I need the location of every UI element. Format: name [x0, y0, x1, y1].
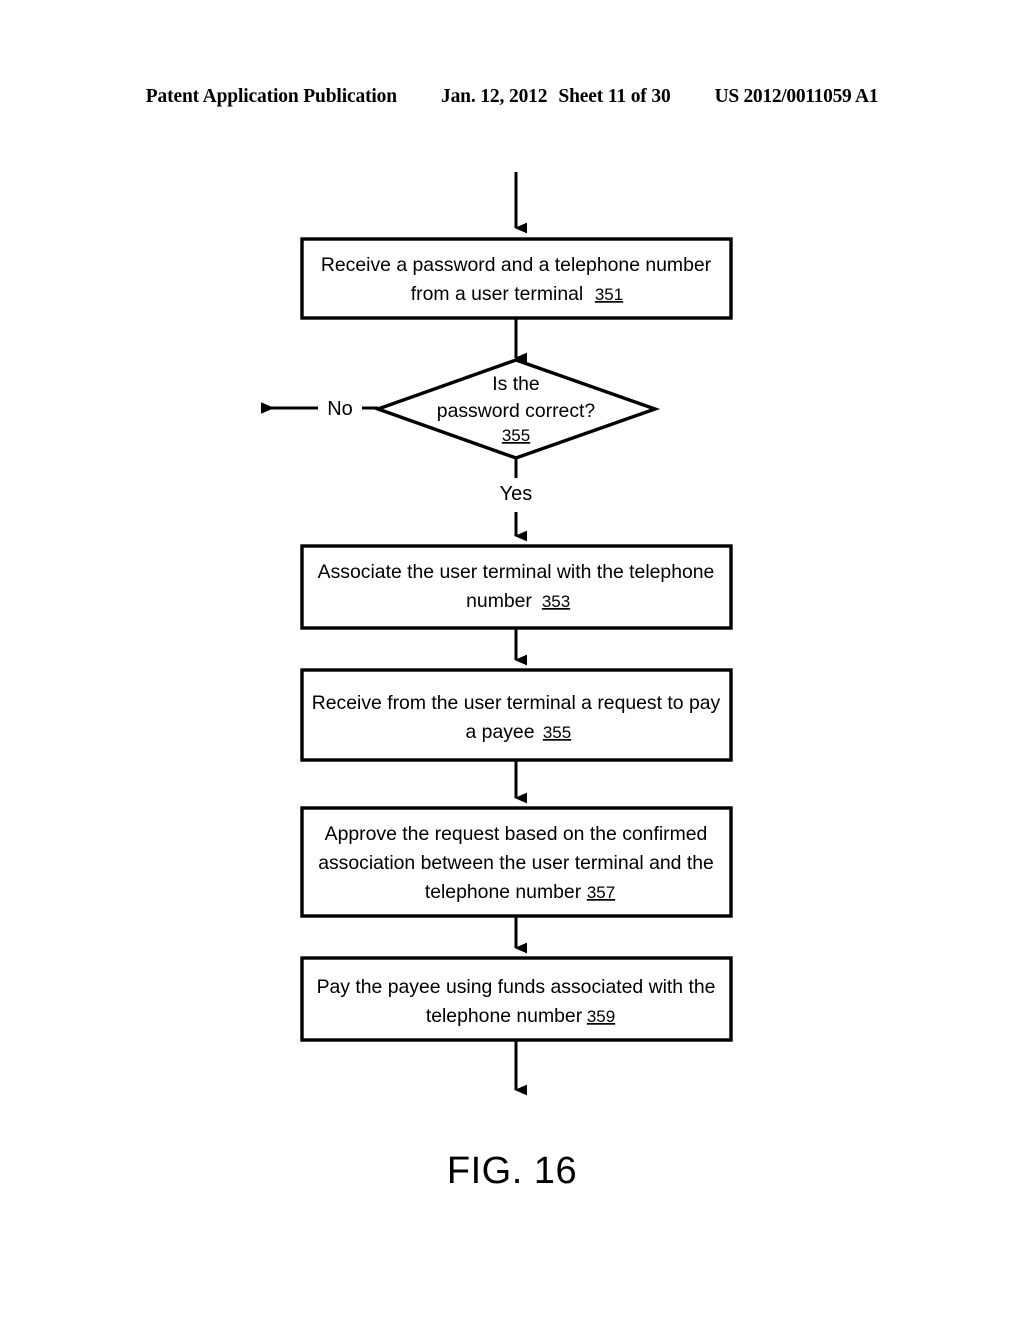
node-associate-terminal-line2: number — [466, 590, 532, 612]
node-receive-password-line2: from a user terminal — [411, 283, 583, 305]
node-receive-password-shape — [300, 237, 733, 320]
node-associate-terminal-line1: Associate the user terminal with the tel… — [318, 561, 715, 583]
node-receive-pay-request-ref: 355 — [543, 723, 571, 742]
node-approve-request-line1: Approve the request based on the confirm… — [325, 823, 708, 845]
node-receive-password-ref: 351 — [595, 285, 623, 304]
node-receive-password-line1: Receive a password and a telephone numbe… — [321, 254, 712, 276]
node-approve-request: Approve the request based on the confirm… — [300, 806, 733, 918]
node-pay-payee: Pay the payee using funds associated wit… — [300, 956, 733, 1042]
node-pay-payee-ref: 359 — [587, 1007, 615, 1026]
node-receive-pay-request-shape — [300, 668, 733, 762]
node-pay-payee-line2: telephone number — [426, 1005, 583, 1027]
node-password-correct-line1: Is the — [492, 373, 539, 395]
branch-no-label: No — [327, 398, 353, 420]
node-receive-pay-request-line2: a payee — [465, 721, 534, 743]
node-pay-payee-shape — [300, 956, 733, 1042]
node-associate-terminal-ref: 353 — [542, 592, 570, 611]
node-receive-pay-request: Receive from the user terminal a request… — [300, 668, 733, 762]
node-password-correct-line2: password correct? — [437, 400, 596, 422]
node-password-correct-ref: 355 — [502, 426, 530, 445]
branch-yes: Yes — [500, 458, 533, 542]
node-password-correct-decision: Is the password correct? 355 — [372, 358, 661, 460]
branch-no: No — [261, 398, 378, 420]
node-approve-request-ref: 357 — [587, 883, 615, 902]
node-approve-request-line3: telephone number — [425, 881, 582, 903]
flowchart-diagram: Receive a password and a telephone numbe… — [261, 172, 733, 1096]
node-receive-pay-request-line1: Receive from the user terminal a request… — [312, 692, 721, 714]
node-associate-terminal: Associate the user terminal with the tel… — [300, 544, 733, 630]
figure-label: FIG. 16 — [446, 1150, 578, 1192]
node-pay-payee-line1: Pay the payee using funds associated wit… — [317, 976, 716, 998]
node-approve-request-line2: association between the user terminal an… — [318, 852, 714, 874]
node-receive-password: Receive a password and a telephone numbe… — [300, 237, 733, 320]
branch-yes-label: Yes — [500, 483, 533, 505]
node-associate-terminal-shape — [300, 544, 733, 630]
